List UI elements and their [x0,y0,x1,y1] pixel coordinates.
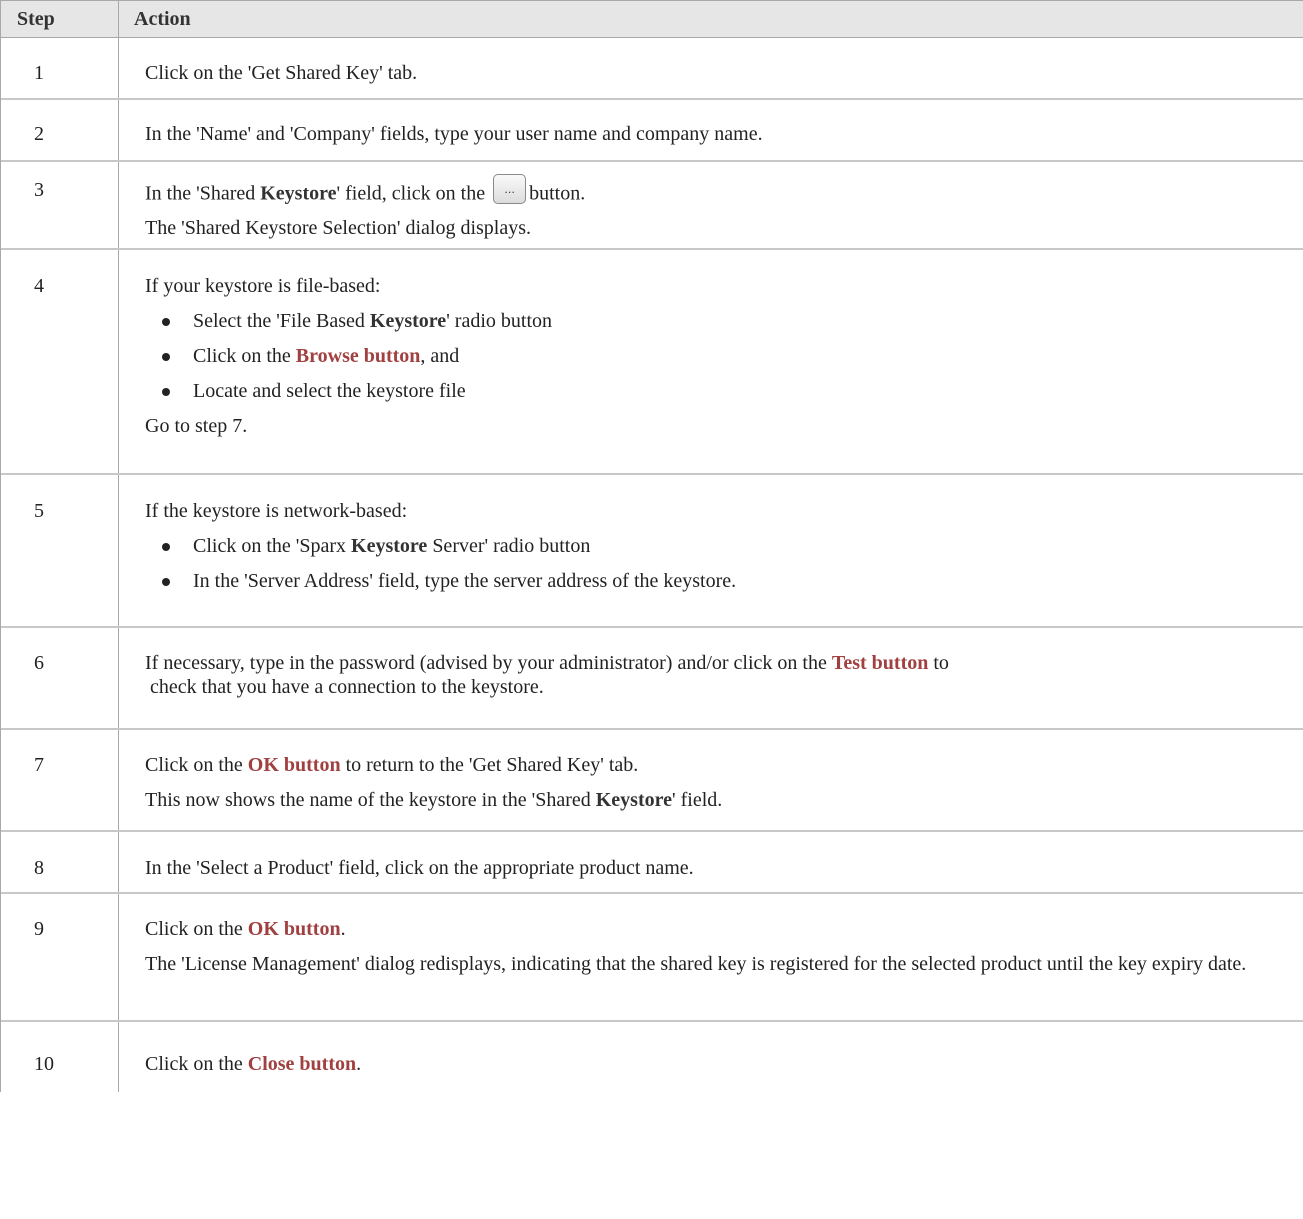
text-segment: . [340,918,346,940]
table-row: 1 Click on the 'Get Shared Key' tab. [1,38,1303,100]
step-number: 5 [1,475,119,626]
ellipsis-button-icon [493,174,527,204]
step-column-header: Step [1,1,119,37]
text-segment: Click on the [145,754,248,776]
ok-button-link[interactable]: OK button [248,754,341,776]
step-number: 9 [1,894,119,1020]
action-text: If your keystore is file-based: [145,275,381,297]
ok-button-link[interactable]: OK button [248,918,341,940]
bullet-list: Select the 'File Based Keystore' radio b… [145,309,1284,403]
action-text: The 'License Management' dialog redispla… [145,953,1247,975]
action-text: Go to step 7. [145,415,248,437]
step-number: 4 [1,250,119,473]
term-keystore: Keystore [260,182,337,205]
text-segment: If necessary, type in the password (advi… [145,652,832,674]
step-action: If the keystore is network-based: Click … [119,475,1303,626]
action-text: Click on the OK button to return to the … [145,753,1284,777]
table-row: 4 If your keystore is file-based: Select… [1,250,1303,475]
action-text: In the 'Select a Product' field, click o… [145,857,694,879]
list-item: Select the 'File Based Keystore' radio b… [145,309,1284,333]
step-action: Click on the OK button to return to the … [119,730,1303,830]
table-row: 2 In the 'Name' and 'Company' fields, ty… [1,100,1303,162]
test-button-link[interactable]: Test button [832,652,929,674]
close-button-link[interactable]: Close button [248,1053,356,1075]
action-text: check that you have a connection to the … [145,676,544,698]
text-segment: to [928,652,949,674]
table-row: 3 In the 'Shared Keystore' field, click … [1,162,1303,250]
action-text: The 'Shared Keystore Selection' dialog d… [145,217,532,239]
bullet-list: Click on the 'Sparx Keystore Server' rad… [145,534,1284,593]
step-number: 1 [1,38,119,98]
text-segment: Click on the [145,918,248,940]
table-row: 8 In the 'Select a Product' field, click… [1,832,1303,894]
list-item: Click on the Browse button, and [145,344,1284,368]
table-header: Step Action [1,1,1303,38]
step-action: Click on the OK button. The 'License Man… [119,894,1303,1020]
step-number: 8 [1,832,119,892]
step-number: 3 [1,162,119,248]
step-action: In the 'Name' and 'Company' fields, type… [119,100,1303,160]
text-segment: . [356,1053,362,1075]
text-segment: ' field, click on the [336,182,486,205]
step-action: In the 'Select a Product' field, click o… [119,832,1303,892]
table-row: 5 If the keystore is network-based: Clic… [1,475,1303,628]
table-row: 10 Click on the Close button. [1,1022,1303,1092]
step-number: 10 [1,1022,119,1092]
text-segment: button. [529,182,586,205]
step-action: In the 'Shared Keystore' field, click on… [119,162,1303,248]
table-row: 9 Click on the OK button. The 'License M… [1,894,1303,1022]
action-text: In the 'Name' and 'Company' fields, type… [145,123,763,145]
table-row: 6 If necessary, type in the password (ad… [1,628,1303,730]
step-action: If your keystore is file-based: Select t… [119,250,1303,473]
list-item: Click on the 'Sparx Keystore Server' rad… [145,534,1284,558]
text-segment: , and [420,345,460,367]
text-segment: Click on the [145,1053,248,1075]
step-action: If necessary, type in the password (advi… [119,628,1303,728]
action-text: If the keystore is network-based: [145,500,408,522]
list-item: Locate and select the keystore file [145,379,1284,403]
text-segment: In the 'Shared [145,182,261,205]
text-segment: Server' radio button [427,535,591,557]
action-text: In the 'Shared Keystore' field, click on… [145,174,1284,210]
step-action: Click on the 'Get Shared Key' tab. [119,38,1303,98]
text-segment: This now shows the name of the keystore … [145,789,596,811]
table-row: 7 Click on the OK button to return to th… [1,730,1303,832]
term-keystore: Keystore [595,789,673,811]
text-segment: Select the 'File Based [193,310,370,332]
action-text: If necessary, type in the password (advi… [145,651,1284,675]
action-column-header: Action [134,8,191,30]
text-segment: to return to the 'Get Shared Key' tab. [340,754,639,776]
term-keystore: Keystore [351,535,428,557]
action-text: This now shows the name of the keystore … [145,788,1284,812]
step-number: 6 [1,628,119,728]
step-number: 2 [1,100,119,160]
step-action: Click on the Close button. [119,1022,1303,1092]
step-number: 7 [1,730,119,830]
text-segment: Click on the [193,345,296,367]
text-segment: Click on the 'Sparx [193,535,352,557]
action-text: Click on the OK button. [145,917,1284,941]
steps-table: Step Action 1 Click on the 'Get Shared K… [0,0,1303,1092]
term-keystore: Keystore [369,310,447,332]
text-segment: ' field. [672,789,723,811]
browse-button-link[interactable]: Browse button [296,345,421,367]
list-item: In the 'Server Address' field, type the … [145,569,1284,593]
action-text: Click on the 'Get Shared Key' tab. [145,62,418,84]
text-segment: ' radio button [446,310,552,332]
text-segment: Locate and select the keystore file [193,380,466,402]
text-segment: In the 'Server Address' field, type the … [193,570,737,592]
action-text: Click on the Close button. [145,1052,1284,1076]
